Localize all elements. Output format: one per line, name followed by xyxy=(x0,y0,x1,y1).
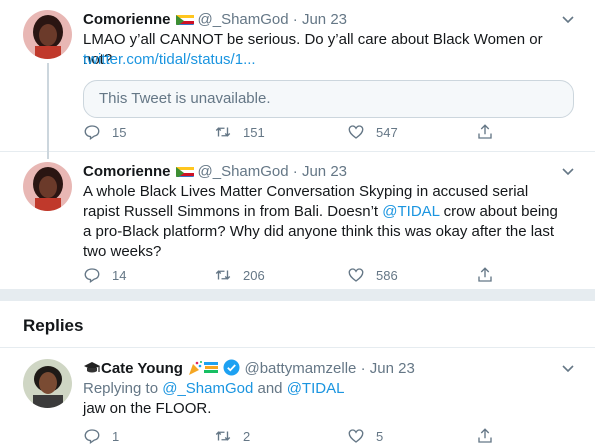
reply-button[interactable]: 1 xyxy=(83,426,119,446)
replying-and: and xyxy=(253,380,287,397)
like-count: 547 xyxy=(376,124,398,140)
share-icon xyxy=(478,267,492,282)
tweet-actions: 14 206 586 xyxy=(83,265,503,285)
comoros-flag-icon xyxy=(175,165,194,177)
replying-user-link[interactable]: @_ShamGod xyxy=(162,380,253,397)
reply-icon xyxy=(84,125,100,141)
avatar[interactable] xyxy=(23,162,72,211)
tweet-date[interactable]: Jun 23 xyxy=(302,163,347,180)
display-name[interactable]: Comorienne xyxy=(83,11,171,28)
retweet-icon xyxy=(215,431,231,441)
like-icon xyxy=(348,268,364,282)
unavailable-text: This Tweet is unavailable. xyxy=(99,90,271,107)
retweet-count: 2 xyxy=(243,428,251,444)
reply-tweet[interactable]: Cate Young @battymamzelle · Jun 23 Reply… xyxy=(0,349,595,448)
replies-header: Replies xyxy=(0,301,595,348)
reply-button[interactable]: 15 xyxy=(83,122,126,142)
tweet[interactable]: Comorienne @_ShamGod · Jun 23 A whole Bla… xyxy=(0,152,595,289)
like-count: 586 xyxy=(376,267,398,283)
retweet-button[interactable]: 206 xyxy=(214,265,265,285)
unavailable-quote: This Tweet is unavailable. xyxy=(83,80,574,118)
tweet-date[interactable]: Jun 23 xyxy=(302,11,347,28)
handle[interactable]: @_ShamGod xyxy=(198,163,289,180)
separator-dot: · xyxy=(292,11,298,28)
thread-line xyxy=(47,63,49,152)
reply-text: jaw on the FLOOR. xyxy=(83,400,212,417)
tweet-text: A whole Black Lives Matter Conversation … xyxy=(83,182,569,262)
tweet-actions: 15 151 547 xyxy=(83,122,503,142)
chevron-down-icon[interactable] xyxy=(561,12,575,29)
retweet-button[interactable]: 2 xyxy=(214,426,250,446)
chevron-down-icon[interactable] xyxy=(561,361,575,378)
like-count: 5 xyxy=(376,428,384,444)
mention-link[interactable]: @TIDAL xyxy=(382,203,439,220)
separator-dot: · xyxy=(292,163,298,180)
replying-to: Replying to @_ShamGod and @TIDAL xyxy=(83,379,573,399)
retweet-button[interactable]: 151 xyxy=(214,122,265,142)
replying-prefix: Replying to xyxy=(83,380,163,397)
reply-count: 1 xyxy=(112,428,120,444)
like-button[interactable]: 586 xyxy=(347,265,398,285)
handle[interactable]: @battymamzelle xyxy=(244,360,356,377)
handle[interactable]: @_ShamGod xyxy=(198,11,289,28)
retweet-icon xyxy=(215,127,231,137)
reply-icon xyxy=(84,268,100,284)
thread-line xyxy=(47,152,49,159)
share-button[interactable] xyxy=(476,265,505,285)
share-button[interactable] xyxy=(476,426,505,446)
like-icon xyxy=(348,429,364,443)
replying-user-link[interactable]: @TIDAL xyxy=(287,380,345,397)
tweet-actions: 1 2 5 xyxy=(83,426,503,446)
like-icon xyxy=(348,125,364,139)
display-name[interactable]: Comorienne xyxy=(83,163,171,180)
share-icon xyxy=(478,428,492,443)
share-icon xyxy=(478,124,492,139)
share-button[interactable] xyxy=(476,122,505,142)
separator-dot: · xyxy=(360,360,366,377)
like-button[interactable]: 5 xyxy=(347,426,383,446)
like-button[interactable]: 547 xyxy=(347,122,398,142)
section-separator xyxy=(0,289,595,301)
tweet-date[interactable]: Jun 23 xyxy=(370,360,415,377)
chevron-down-icon[interactable] xyxy=(561,164,575,181)
reply-count: 14 xyxy=(112,267,127,283)
tweet[interactable]: Comorienne @_ShamGod · Jun 23 LMAO y’all … xyxy=(0,0,595,152)
retweet-icon xyxy=(215,270,231,280)
avatar[interactable] xyxy=(23,10,72,59)
reply-button[interactable]: 14 xyxy=(83,265,126,285)
retweet-count: 151 xyxy=(243,124,265,140)
avatar[interactable] xyxy=(23,359,72,408)
tweet-link[interactable]: twitter.com/tidal/status/1... xyxy=(83,50,573,70)
replies-title: Replies xyxy=(23,316,84,335)
display-name[interactable]: Cate Young xyxy=(101,360,183,377)
comoros-flag-icon xyxy=(175,13,194,25)
reply-count: 15 xyxy=(112,124,127,140)
reply-icon xyxy=(84,429,100,445)
retweet-count: 206 xyxy=(243,267,265,283)
